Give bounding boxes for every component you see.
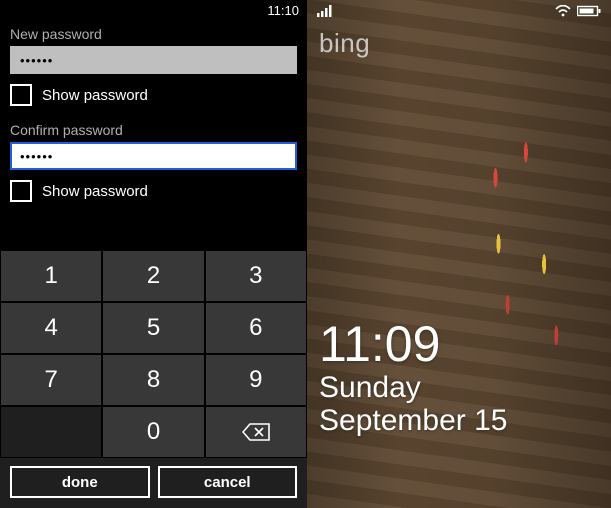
key-3[interactable]: 3	[205, 250, 307, 302]
backspace-icon	[241, 422, 271, 442]
confirm-password-label: Confirm password	[10, 122, 297, 138]
key-4[interactable]: 4	[0, 302, 102, 354]
key-9[interactable]: 9	[205, 354, 307, 406]
key-8[interactable]: 8	[102, 354, 204, 406]
show-password-row-1[interactable]: Show password	[10, 84, 297, 106]
key-5[interactable]: 5	[102, 302, 204, 354]
key-6[interactable]: 6	[205, 302, 307, 354]
battery-icon	[577, 5, 601, 17]
bing-logo: bing	[319, 28, 370, 59]
lock-day: Sunday	[319, 371, 507, 405]
password-setup-screen: 11:10 New password Show password Confirm…	[0, 0, 307, 508]
key-blank	[0, 406, 102, 458]
lock-screen-text: 11:09 Sunday September 15	[319, 319, 507, 438]
show-password-label-2: Show password	[42, 183, 148, 200]
lock-date: September 15	[319, 404, 507, 438]
key-1[interactable]: 1	[0, 250, 102, 302]
wifi-icon	[555, 5, 571, 17]
cancel-button[interactable]: cancel	[158, 466, 298, 498]
key-7[interactable]: 7	[0, 354, 102, 406]
status-bar-right	[307, 0, 611, 22]
key-2[interactable]: 2	[102, 250, 204, 302]
lock-time: 11:09	[319, 319, 507, 369]
show-password-row-2[interactable]: Show password	[10, 180, 297, 202]
status-time: 11:10	[267, 3, 299, 18]
form-spacer	[0, 218, 307, 250]
show-password-checkbox-1[interactable]	[10, 84, 32, 106]
done-button[interactable]: done	[10, 466, 150, 498]
key-backspace[interactable]	[205, 406, 307, 458]
signal-icon	[317, 5, 333, 17]
key-0[interactable]: 0	[102, 406, 204, 458]
show-password-label-1: Show password	[42, 87, 148, 104]
status-bar-left: 11:10	[0, 0, 307, 20]
password-form: New password Show password Confirm passw…	[0, 20, 307, 218]
new-password-label: New password	[10, 26, 297, 42]
numeric-keypad: 1 2 3 4 5 6 7 8 9 0 done cancel	[0, 250, 307, 508]
show-password-checkbox-2[interactable]	[10, 180, 32, 202]
lock-screen[interactable]: bing 11:09 Sunday September 15	[307, 0, 611, 508]
confirm-password-input[interactable]	[10, 142, 297, 170]
new-password-input[interactable]	[10, 46, 297, 74]
